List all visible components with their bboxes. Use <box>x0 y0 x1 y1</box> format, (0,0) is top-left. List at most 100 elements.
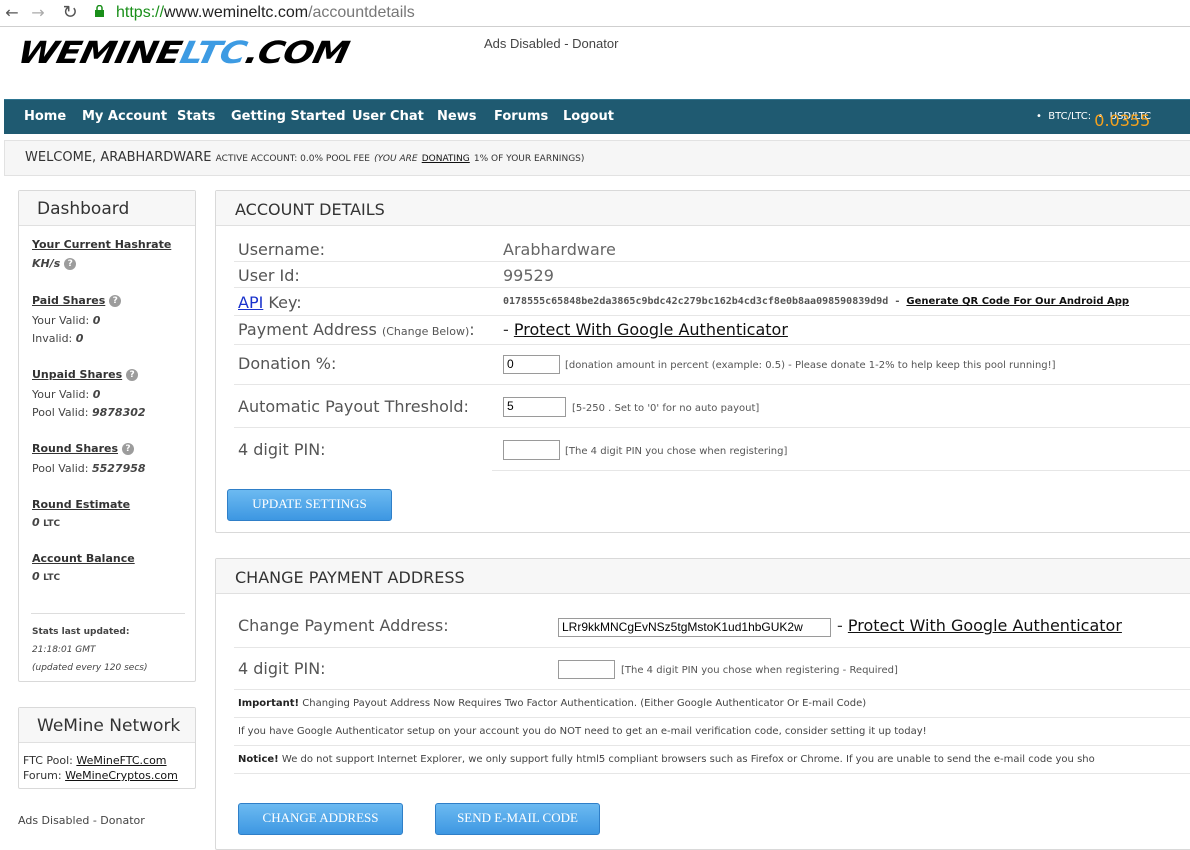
api-key-value: 0178555c65848be2da3865c9bdc42c279bc162b4… <box>503 296 889 307</box>
round-shares-link[interactable]: Round Shares <box>32 442 118 455</box>
update-settings-button[interactable]: UPDATE SETTINGS <box>227 489 392 521</box>
payment-address-label: Payment Address <box>238 320 377 339</box>
payment-address-label-row: Payment Address (Change Below): <box>238 320 475 339</box>
donating-prefix: (YOU ARE <box>374 154 418 164</box>
username-label: Username: <box>238 240 325 259</box>
payment-dash: - <box>503 320 509 339</box>
pin-input[interactable] <box>503 440 560 460</box>
api-key-row: 0178555c65848be2da3865c9bdc42c279bc162b4… <box>503 296 1129 307</box>
important-text: Changing Payout Address Now Requires Two… <box>302 698 867 709</box>
row-divider <box>234 647 1190 648</box>
network-title: WeMine Network <box>19 708 195 743</box>
account-balance-unit: LTC <box>43 573 61 583</box>
nav-forums[interactable]: Forums <box>494 109 548 124</box>
invalid-label: Invalid: <box>32 332 73 345</box>
change-pin-input[interactable] <box>558 660 615 679</box>
qr-code-link[interactable]: Generate QR Code For Our Android App <box>906 296 1129 307</box>
payment-gauth-row: - Protect With Google Authenticator <box>503 320 788 339</box>
round-estimate-link[interactable]: Round Estimate <box>32 498 130 511</box>
change-address-input[interactable]: LRr9kkMNCgEvNSz5tgMstoK1ud1hbGUK2w <box>558 618 831 637</box>
round-shares-help-icon[interactable]: ? <box>122 443 135 455</box>
donation-input[interactable]: 0 <box>503 355 560 374</box>
round-pool-valid-value: 5527958 <box>91 462 146 475</box>
notice-label: Notice! <box>238 754 279 765</box>
payout-threshold-label: Automatic Payout Threshold: <box>238 397 469 416</box>
nav-stats[interactable]: Stats <box>177 109 215 124</box>
username-value: Arabhardware <box>503 240 616 259</box>
api-link[interactable]: API <box>238 293 263 312</box>
nav-home[interactable]: Home <box>24 109 66 124</box>
account-balance-value: 0 <box>32 570 40 583</box>
paid-valid-label: Your Valid: <box>32 314 90 327</box>
ads-status-top: Ads Disabled - Donator <box>484 36 619 51</box>
logo-ltc: LTC <box>176 36 250 71</box>
btc-ltc-value: 0.0355 <box>1094 111 1151 130</box>
back-arrow-icon[interactable]: ← <box>2 3 22 23</box>
unpaid-shares-help-icon[interactable]: ? <box>126 369 139 381</box>
change-payment-title: CHANGE PAYMENT ADDRESS <box>216 559 1190 594</box>
row-divider <box>234 261 1190 262</box>
nav-getting-started[interactable]: Getting Started <box>231 109 346 124</box>
url-path: /accountdetails <box>308 4 415 21</box>
dashboard-panel: Dashboard Your Current Hashrate KH/s? Pa… <box>18 190 196 682</box>
stats-updated-interval: (updated every 120 secs) <box>32 663 148 673</box>
change-address-button[interactable]: CHANGE ADDRESS <box>238 803 403 835</box>
userid-label: User Id: <box>238 266 300 285</box>
dashboard-title: Dashboard <box>19 191 195 226</box>
row-divider <box>234 689 1190 690</box>
welcome-bar: WELCOME, ARABHARDWARE ACTIVE ACCOUNT: 0.… <box>4 140 1190 176</box>
unpaid-valid-label: Your Valid: <box>32 388 90 401</box>
lock-icon <box>95 5 104 17</box>
change-gauth-link[interactable]: Protect With Google Authenticator <box>848 616 1122 635</box>
change-pin-hint: [The 4 digit PIN you chose when register… <box>621 665 898 676</box>
btc-ltc-ticker: • BTC/LTC: 0.0355 • USD/LTC <box>1036 111 1152 130</box>
invalid-value: 0 <box>75 332 84 345</box>
main-nav: Home My Account Stats Getting Started Us… <box>4 99 1190 134</box>
hashrate-link[interactable]: Your Current Hashrate <box>32 238 171 251</box>
paid-shares-link[interactable]: Paid Shares <box>32 294 105 307</box>
address-bar[interactable]: https://www.wemineltc.com/accountdetails <box>116 3 415 23</box>
row-divider <box>234 745 1190 746</box>
ftc-pool-label: FTC Pool: <box>23 754 73 767</box>
unpaid-shares-link[interactable]: Unpaid Shares <box>32 368 122 381</box>
pin-hint: [The 4 digit PIN you chose when register… <box>565 446 788 457</box>
send-email-code-button[interactable]: SEND E-MAIL CODE <box>435 803 600 835</box>
site-logo[interactable]: WEMINELTC.COM <box>15 36 352 71</box>
browser-toolbar: ← → ↻ https://www.wemineltc.com/accountd… <box>0 0 1190 27</box>
donating-suffix: 1% OF YOUR EARNINGS) <box>473 154 585 164</box>
api-key-label: API Key: <box>238 293 302 312</box>
notice-text: We do not support Internet Explorer, we … <box>281 754 1095 765</box>
donating-link[interactable]: DONATING <box>422 154 470 164</box>
reload-icon[interactable]: ↻ <box>60 3 80 23</box>
round-pool-valid-label: Pool Valid: <box>32 462 89 475</box>
paid-shares-help-icon[interactable]: ? <box>109 295 122 307</box>
donation-label: Donation %: <box>238 354 337 373</box>
row-divider <box>234 287 1190 288</box>
ftc-pool-link[interactable]: WeMineFTC.com <box>76 754 166 767</box>
hashrate-unit: KH/s <box>32 257 61 270</box>
hashrate-help-icon[interactable]: ? <box>64 258 77 270</box>
logo-com: .COM <box>241 36 352 71</box>
important-note: Important! Changing Payout Address Now R… <box>238 698 866 709</box>
nav-my-account[interactable]: My Account <box>82 109 167 124</box>
nav-user-chat[interactable]: User Chat <box>352 109 424 124</box>
url-host: www.wemineltc.com <box>164 4 309 21</box>
row-divider <box>234 315 1190 316</box>
payment-gauth-link[interactable]: Protect With Google Authenticator <box>514 320 788 339</box>
payment-address-note: (Change Below) <box>381 325 470 338</box>
payout-threshold-input[interactable]: 5 <box>503 397 566 417</box>
forum-label: Forum: <box>23 769 62 782</box>
forum-link[interactable]: WeMineCryptos.com <box>65 769 178 782</box>
nav-news[interactable]: News <box>437 109 476 124</box>
logo-wemine: WEMINE <box>14 36 185 71</box>
account-details-panel: ACCOUNT DETAILS Username: Arabhardware U… <box>215 190 1190 533</box>
payment-address-colon: : <box>469 320 475 339</box>
stats-updated-time: 21:18:01 GMT <box>32 645 96 655</box>
row-divider <box>234 773 1190 774</box>
notice-note: Notice! We do not support Internet Explo… <box>238 754 1095 765</box>
row-divider <box>234 384 1190 385</box>
forward-arrow-icon[interactable]: → <box>28 3 48 23</box>
account-balance-link[interactable]: Account Balance <box>32 552 135 565</box>
row-divider <box>234 344 1190 345</box>
nav-logout[interactable]: Logout <box>563 109 614 124</box>
